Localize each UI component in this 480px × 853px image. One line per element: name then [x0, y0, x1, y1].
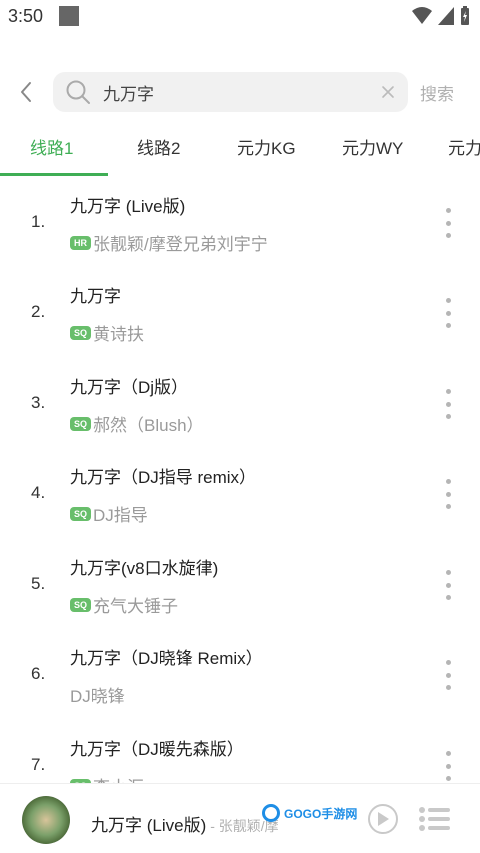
- signal-icon: [438, 7, 454, 25]
- song-subtitle: SQ 充气大锤子: [70, 592, 178, 617]
- active-tab-indicator: [0, 173, 108, 176]
- play-button[interactable]: [368, 804, 398, 834]
- search-icon: [66, 80, 90, 104]
- song-index: 6.: [31, 664, 46, 683]
- song-list: 1. 九万字 (Live版) HR 张靓颖/摩登兄弟刘宇宁 2. 九万字 SQ …: [0, 178, 480, 783]
- song-index: 2.: [31, 302, 46, 321]
- more-options-icon[interactable]: [438, 298, 458, 328]
- song-artist: 黄诗扶: [93, 325, 145, 344]
- song-row[interactable]: 5. 九万字(v8口水旋律) SQ 充气大锤子: [0, 540, 480, 630]
- battery-icon: [461, 6, 469, 25]
- song-artist: 张靓颖/摩登兄弟刘宇宁: [93, 235, 268, 254]
- status-bar: 3:50: [0, 0, 480, 34]
- more-options-icon[interactable]: [438, 570, 458, 600]
- tab-yuanli-kg[interactable]: 元力KG: [237, 134, 296, 159]
- song-title: 九万字（Dj版）: [70, 378, 189, 397]
- song-artist: 李小汇: [93, 773, 144, 783]
- song-subtitle: SQ 郝然（Blush）: [70, 411, 204, 436]
- song-title: 九万字（DJ晓锋 Remix）: [70, 649, 263, 668]
- notification-icon: [59, 6, 79, 26]
- now-playing-title: 九万字 (Live版) - 张靓颖/摩: [91, 811, 279, 836]
- watermark-text: GOGO手游网: [284, 806, 358, 821]
- song-subtitle: SQ 黄诗扶: [70, 320, 144, 345]
- mini-player[interactable]: 九万字 (Live版) - 张靓颖/摩 GOGO手游网: [0, 783, 480, 853]
- quality-badge: HR: [70, 235, 91, 250]
- more-options-icon[interactable]: [438, 660, 458, 690]
- more-options-icon[interactable]: [438, 751, 458, 781]
- more-options-icon[interactable]: [438, 208, 458, 238]
- chevron-left-icon: [21, 82, 31, 102]
- song-row[interactable]: 2. 九万字 SQ 黄诗扶: [0, 268, 480, 358]
- source-tabs: 线路1 线路2 元力KG 元力WY 元力: [0, 122, 480, 176]
- song-row[interactable]: 6. 九万字（DJ晓锋 Remix） DJ晓锋: [0, 630, 480, 720]
- song-row[interactable]: 7. 九万字（DJ暖先森版） SQ 李小汇: [0, 721, 480, 783]
- tab-route-1[interactable]: 线路1: [30, 134, 73, 159]
- quality-badge: SQ: [70, 325, 92, 340]
- more-options-icon[interactable]: [438, 389, 458, 419]
- song-title: 九万字（DJ指导 remix）: [70, 468, 257, 487]
- song-index: 1.: [31, 212, 46, 231]
- song-subtitle: SQ DJ指导: [70, 501, 148, 526]
- status-icons: [412, 6, 470, 26]
- song-title: 九万字 (Live版): [70, 197, 186, 216]
- now-playing-song: 九万字 (Live版): [91, 816, 207, 835]
- song-row[interactable]: 4. 九万字（DJ指导 remix） SQ DJ指导: [0, 449, 480, 539]
- song-row[interactable]: 3. 九万字（Dj版） SQ 郝然（Blush）: [0, 359, 480, 449]
- song-artist: DJ晓锋: [70, 687, 125, 706]
- song-index: 3.: [31, 393, 46, 412]
- watermark-logo-icon: [262, 804, 280, 822]
- play-icon: [378, 812, 389, 826]
- song-title: 九万字: [70, 287, 121, 306]
- search-row: 九万字 搜索: [0, 70, 480, 114]
- song-subtitle: DJ晓锋: [70, 682, 125, 707]
- song-artist: 郝然（Blush）: [93, 416, 204, 435]
- song-subtitle: HR 张靓颖/摩登兄弟刘宇宁: [70, 230, 268, 255]
- quality-badge: SQ: [70, 597, 92, 612]
- watermark: GOGO手游网: [262, 804, 357, 822]
- tab-yuanli-wy[interactable]: 元力WY: [342, 134, 403, 159]
- quality-badge: SQ: [70, 416, 92, 431]
- song-title: 九万字(v8口水旋律): [70, 559, 219, 578]
- song-index: 5.: [31, 574, 46, 593]
- song-row[interactable]: 1. 九万字 (Live版) HR 张靓颖/摩登兄弟刘宇宁: [0, 178, 480, 268]
- song-index: 7.: [31, 755, 46, 774]
- back-button[interactable]: [12, 78, 40, 106]
- search-button[interactable]: 搜索: [420, 80, 454, 105]
- song-title: 九万字（DJ暖先森版）: [70, 740, 244, 759]
- tab-route-2[interactable]: 线路2: [137, 134, 180, 159]
- status-time: 3:50: [8, 6, 44, 26]
- song-artist: 充气大锤子: [93, 597, 179, 616]
- album-art[interactable]: [22, 796, 70, 844]
- clear-icon[interactable]: [378, 82, 398, 102]
- playlist-icon[interactable]: [418, 806, 450, 832]
- more-options-icon[interactable]: [438, 479, 458, 509]
- wifi-icon: [412, 7, 432, 24]
- song-subtitle: SQ 李小汇: [70, 773, 144, 783]
- tab-yuanli[interactable]: 元力: [448, 134, 480, 159]
- song-index: 4.: [31, 483, 46, 502]
- quality-badge: SQ: [70, 506, 92, 521]
- search-input[interactable]: 九万字: [53, 72, 408, 112]
- search-query: 九万字: [103, 84, 154, 104]
- song-artist: DJ指导: [93, 506, 148, 525]
